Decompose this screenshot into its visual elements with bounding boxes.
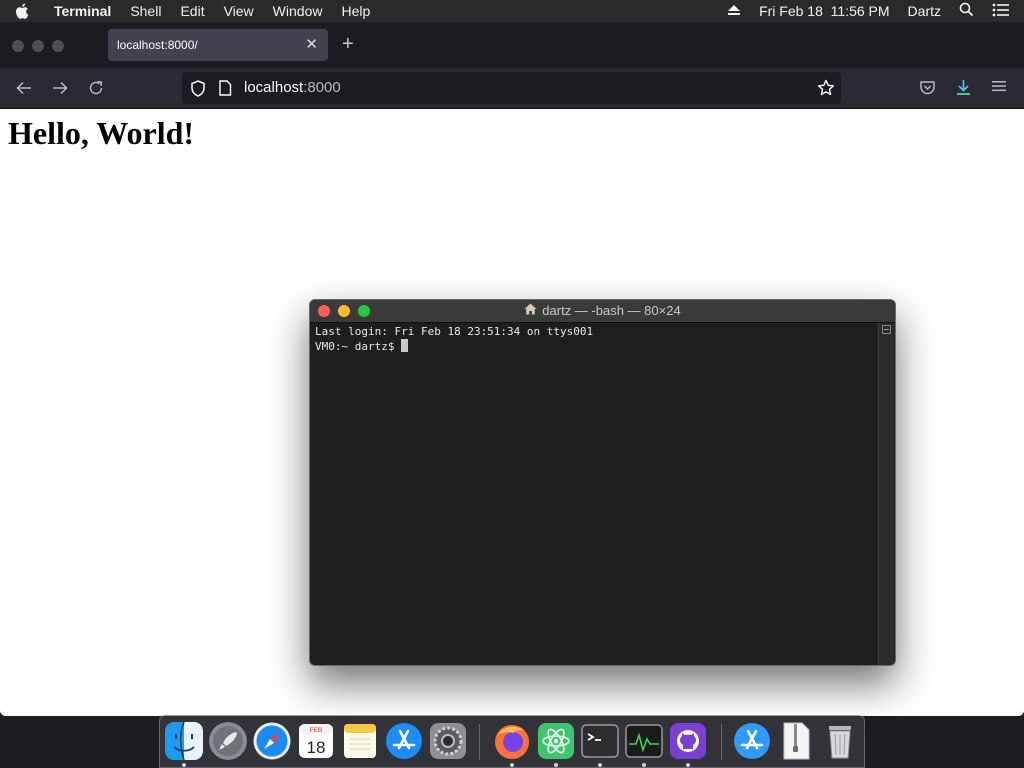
calendar-icon[interactable]: FEB 18 (297, 722, 335, 760)
terminal-window[interactable]: dartz — -bash — 80×24 Last login: Fri Fe… (309, 299, 896, 666)
last-login-line: Last login: Fri Feb 18 23:51:34 on ttys0… (315, 325, 594, 338)
menu-shell[interactable]: Shell (130, 0, 161, 22)
window-minimize-button[interactable] (32, 40, 44, 52)
menu-app-name[interactable]: Terminal (54, 0, 111, 22)
terminal-icon[interactable] (581, 722, 619, 760)
terminal-title: dartz — -bash — 80×24 (542, 303, 681, 318)
launchpad-icon[interactable] (209, 722, 247, 760)
terminal-scrollbar[interactable] (878, 323, 895, 665)
finder-icon[interactable] (165, 722, 203, 760)
url-text[interactable]: localhost:8000 (244, 79, 341, 97)
archive-file-icon[interactable] (777, 722, 815, 760)
terminal-close-button[interactable] (318, 305, 330, 317)
split-pane-icon[interactable] (882, 325, 891, 334)
prompt-line[interactable]: VM0:~ dartz$ (315, 339, 874, 354)
github-desktop-running-indicator (686, 763, 690, 767)
spotlight-search-icon[interactable] (959, 2, 974, 20)
activity-monitor-icon[interactable] (625, 722, 663, 760)
calendar-day: 18 (307, 738, 326, 757)
menubar-date: Fri Feb 18 (759, 3, 823, 19)
dock-separator (479, 724, 480, 760)
hamburger-menu-icon[interactable] (991, 79, 1007, 98)
tab-title: localhost:8000/ (117, 38, 198, 52)
menu-edit[interactable]: Edit (180, 0, 204, 22)
window-close-button[interactable] (12, 40, 24, 52)
shell-prompt: VM0:~ dartz$ (315, 340, 402, 353)
tab-close-icon[interactable]: ✕ (305, 36, 318, 54)
pocket-icon[interactable] (919, 79, 936, 101)
app-store-icon[interactable] (385, 722, 423, 760)
new-tab-button[interactable]: + (342, 34, 354, 54)
downloads-icon[interactable] (955, 79, 972, 101)
calendar-month: FEB (310, 727, 323, 734)
menu-bar: Terminal Shell Edit View Window Help Fri… (0, 0, 1024, 22)
notification-center-icon[interactable] (992, 3, 1010, 20)
firefox-icon[interactable] (493, 722, 531, 760)
back-icon[interactable] (15, 79, 33, 97)
eject-icon[interactable] (727, 3, 741, 19)
url-bar[interactable]: localhost:8000 (182, 72, 841, 104)
navigation-bar: localhost:8000 (0, 68, 1024, 109)
menu-help[interactable]: Help (341, 0, 370, 22)
page-heading: Hello, World! (8, 115, 195, 151)
activity-monitor-running-indicator (642, 763, 646, 767)
forward-icon[interactable] (51, 79, 69, 97)
reload-icon[interactable] (87, 79, 105, 97)
apple-menu-icon[interactable] (15, 3, 41, 19)
menu-view[interactable]: View (224, 0, 254, 22)
github-desktop-icon[interactable] (669, 722, 707, 760)
menubar-date-time[interactable]: Fri Feb 18 11:56 PM (759, 3, 889, 19)
atom-running-indicator (554, 763, 558, 767)
text-cursor (401, 339, 409, 352)
terminal-output[interactable]: Last login: Fri Feb 18 23:51:34 on ttys0… (310, 323, 879, 665)
bookmark-star-icon[interactable] (817, 79, 835, 101)
system-preferences-icon[interactable] (429, 722, 467, 760)
tracking-protection-shield-icon[interactable] (190, 80, 206, 101)
page-info-icon[interactable] (218, 80, 232, 100)
menubar-user[interactable]: Dartz (908, 3, 941, 19)
tab-strip: localhost:8000/ ✕ + (0, 22, 1024, 68)
terminal-titlebar[interactable]: dartz — -bash — 80×24 (310, 300, 895, 323)
safari-icon[interactable] (253, 722, 291, 760)
menubar-time: 11:56 PM (830, 3, 890, 19)
url-host: localhost (244, 79, 304, 96)
downloads-app-store-icon[interactable] (733, 722, 771, 760)
finder-running-indicator (182, 763, 186, 767)
dock: FEB 18 (159, 715, 865, 768)
firefox-running-indicator (510, 763, 514, 767)
home-folder-icon (524, 300, 537, 322)
notes-icon[interactable] (341, 722, 379, 760)
dock-separator-2 (721, 724, 722, 760)
atom-icon[interactable] (537, 722, 575, 760)
terminal-zoom-button[interactable] (358, 305, 370, 317)
menu-window[interactable]: Window (273, 0, 323, 22)
window-zoom-button[interactable] (52, 40, 64, 52)
browser-tab[interactable]: localhost:8000/ ✕ (108, 29, 328, 61)
terminal-minimize-button[interactable] (338, 305, 350, 317)
trash-icon[interactable] (821, 722, 859, 760)
terminal-running-indicator (598, 763, 602, 767)
url-port: :8000 (303, 79, 341, 96)
